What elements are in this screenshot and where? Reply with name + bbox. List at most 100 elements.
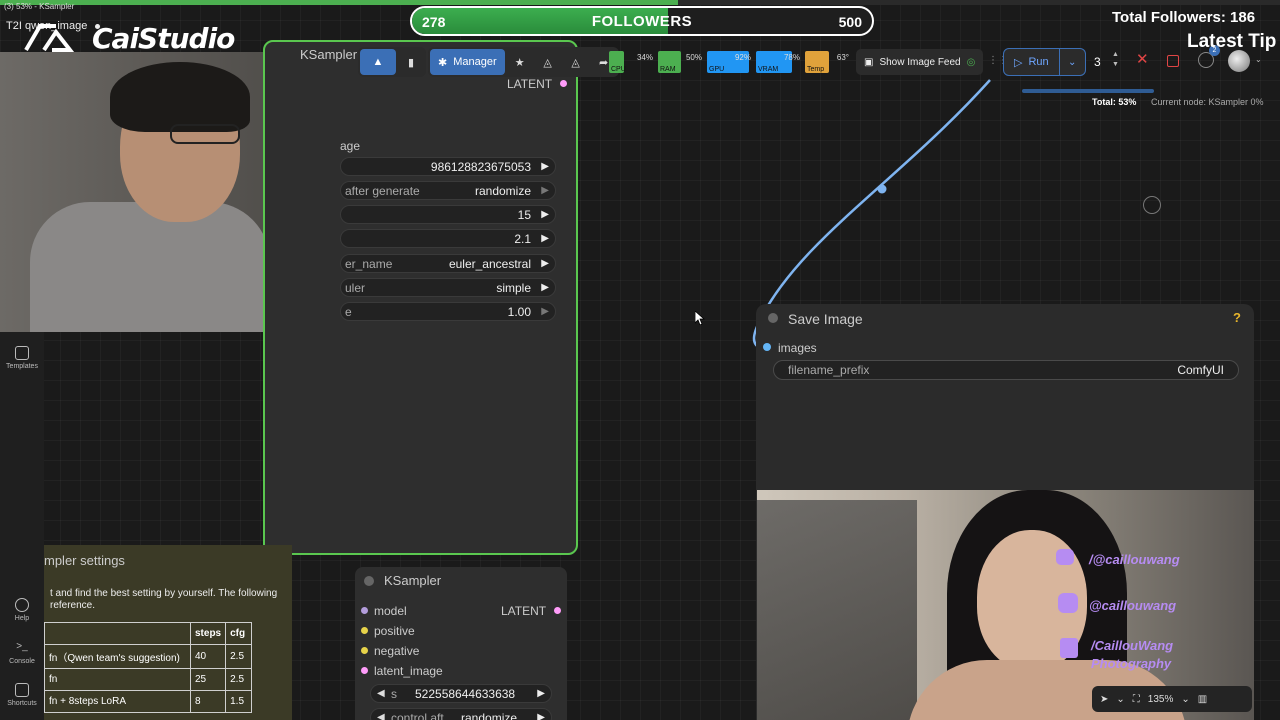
node-collapse-dot[interactable]	[364, 576, 374, 586]
model-input-label: model	[374, 604, 407, 618]
decrement-arrow-icon[interactable]: ◀	[377, 712, 385, 720]
total-progress-text: Total: 53%	[1092, 97, 1137, 107]
chevron-down-icon[interactable]: ⌄	[1116, 694, 1124, 705]
negative-input-slot[interactable]	[361, 647, 368, 654]
images-input-label: images	[778, 341, 817, 355]
node-collapse-dot[interactable]	[768, 313, 778, 323]
canvas-controls: ➤ ⌄ ⛶ 135% ⌄ ▥	[1092, 686, 1252, 712]
batch-count-input[interactable]: 3	[1090, 51, 1126, 73]
cpu-value: 34%	[636, 53, 653, 62]
puzzle-icon: ✱	[438, 56, 448, 69]
comfy-logo-icon[interactable]: ▲	[360, 49, 396, 75]
facebook-icon	[1060, 638, 1078, 658]
instagram-icon	[1058, 593, 1078, 613]
control-after-generate-widget[interactable]: ◀ control aft randomize ▶	[370, 708, 552, 720]
table-row: fn + 8steps LoRA 8 1.5	[44, 690, 252, 713]
latent-output-label: LATENT	[501, 604, 547, 618]
play-icon: ▷	[1014, 56, 1023, 69]
table-row: fn 25 2.5	[44, 668, 252, 691]
manager-button[interactable]: ✱ Manager	[430, 49, 505, 75]
sidebar-item-shortcuts[interactable]: Shortcuts	[0, 683, 44, 707]
run-options-chevron-icon[interactable]: ⌄	[1059, 48, 1086, 76]
negative-input-label: negative	[374, 644, 420, 658]
logo-text: CaiStudio	[92, 22, 235, 55]
help-icon[interactable]: ?	[1233, 310, 1241, 325]
sampler-name-label: er_name	[345, 256, 393, 271]
increment-arrow-icon[interactable]: ▶	[537, 688, 545, 699]
latent-output-label: LATENT	[507, 77, 553, 91]
total-progress-bar	[1022, 89, 1154, 93]
model-a-icon[interactable]: ◬	[535, 49, 561, 75]
increment-arrow-icon[interactable]: ▶	[541, 258, 549, 269]
steps-value: 15	[517, 207, 531, 222]
increment-arrow-icon[interactable]: ▶	[541, 306, 549, 317]
seed-widget[interactable]: 986128823675053 ▶	[340, 157, 556, 176]
toolbar-group-manager: ✱ Manager ★ ◬ ◬ ➦	[428, 47, 619, 77]
positive-input-slot[interactable]	[361, 627, 368, 634]
window-progress-fill	[0, 0, 679, 5]
table-row: fn（Qwen team's suggestion) 40 2.5	[44, 644, 252, 669]
run-label: Run	[1028, 56, 1049, 68]
scheduler-widget[interactable]: uler simple ▶	[340, 278, 556, 297]
denoise-value: 1.00	[507, 304, 531, 319]
run-group: ▷ Run ⌄	[1003, 48, 1086, 76]
fit-view-icon[interactable]: ⛶	[1133, 694, 1140, 705]
note-title: mpler settings	[44, 553, 125, 568]
instagram-handle: @caillouwang	[1089, 598, 1177, 613]
increment-arrow-icon[interactable]: ▶	[541, 233, 549, 244]
cfg-value: 2.1	[514, 231, 531, 246]
gpu-label: GPU	[709, 66, 725, 73]
increment-arrow-icon[interactable]: ▶	[541, 161, 549, 172]
model-input-slot[interactable]	[361, 607, 368, 614]
zoom-level[interactable]: 135%	[1148, 694, 1174, 705]
scheduler-label: uler	[345, 280, 366, 295]
latent-image-input-slot[interactable]	[361, 667, 368, 674]
latent-output-slot[interactable]	[554, 607, 561, 614]
ksampler-node-active[interactable]	[263, 40, 578, 555]
cancel-icon[interactable]: ✕	[1136, 50, 1149, 68]
batch-stepper-icon[interactable]: ▲ ▼	[1112, 50, 1119, 70]
filename-prefix-field[interactable]: filename_prefix ComfyUI	[773, 360, 1239, 380]
help-circle-icon	[15, 598, 29, 612]
increment-arrow-icon[interactable]: ▶	[541, 209, 549, 220]
sampler-name-widget[interactable]: er_name euler_ancestral ▶	[340, 254, 556, 273]
stop-icon[interactable]	[1167, 55, 1179, 67]
gpu-value: 92%	[734, 53, 751, 62]
caistudio-logo-icon	[24, 24, 75, 52]
increment-arrow-icon[interactable]: ▶	[537, 712, 545, 720]
avatar[interactable]	[1228, 50, 1250, 72]
temp-label: Temp	[807, 66, 825, 73]
templates-icon	[15, 346, 29, 360]
seed-widget[interactable]: ◀ s 522558644633638 ▶	[370, 684, 552, 703]
increment-arrow-icon[interactable]: ▶	[541, 185, 549, 196]
star-icon[interactable]: ★	[507, 49, 533, 75]
images-input-slot[interactable]	[763, 343, 771, 351]
gpu-monitor: GPU 92%	[707, 51, 753, 73]
decrement-arrow-icon[interactable]: ◀	[377, 688, 385, 699]
denoise-widget[interactable]: e 1.00 ▶	[340, 302, 556, 321]
ram-label: RAM	[660, 66, 676, 73]
chevron-down-icon[interactable]: ⌄	[1181, 694, 1189, 705]
temp-monitor: Temp 63°	[805, 51, 851, 73]
sidebar-item-console[interactable]: >_ Console	[0, 641, 44, 665]
cpu-monitor: CPU 34%	[609, 51, 655, 73]
show-image-feed-button[interactable]: ▣ Show Image Feed ◎	[856, 49, 984, 75]
increment-arrow-icon[interactable]: ▶	[541, 282, 549, 293]
sidebar-item-templates[interactable]: Templates	[0, 346, 44, 370]
control-after-generate-widget[interactable]: after generate randomize ▶	[340, 181, 556, 200]
run-button[interactable]: ▷ Run	[1003, 48, 1060, 76]
total-followers-text: Total Followers: 186	[1112, 9, 1256, 26]
model-b-icon[interactable]: ◬	[563, 49, 589, 75]
select-mode-icon[interactable]: ➤	[1100, 694, 1108, 705]
cfg-widget[interactable]: 2.1 ▶	[340, 229, 556, 248]
scheduler-value: simple	[496, 280, 531, 295]
filename-prefix-value: ComfyUI	[1177, 363, 1224, 377]
followers-label: FOLLOWERS	[591, 13, 693, 30]
latent-output-slot[interactable]	[560, 80, 567, 87]
steps-widget[interactable]: 15 ▶	[340, 205, 556, 224]
sidebar-item-help[interactable]: Help	[0, 598, 44, 622]
bookmark-icon[interactable]: ▮	[398, 49, 424, 75]
minimap-icon[interactable]: ▥	[1198, 694, 1207, 705]
chevron-down-icon[interactable]: ⌄	[1255, 55, 1262, 64]
seed-value: 986128823675053	[430, 159, 531, 174]
